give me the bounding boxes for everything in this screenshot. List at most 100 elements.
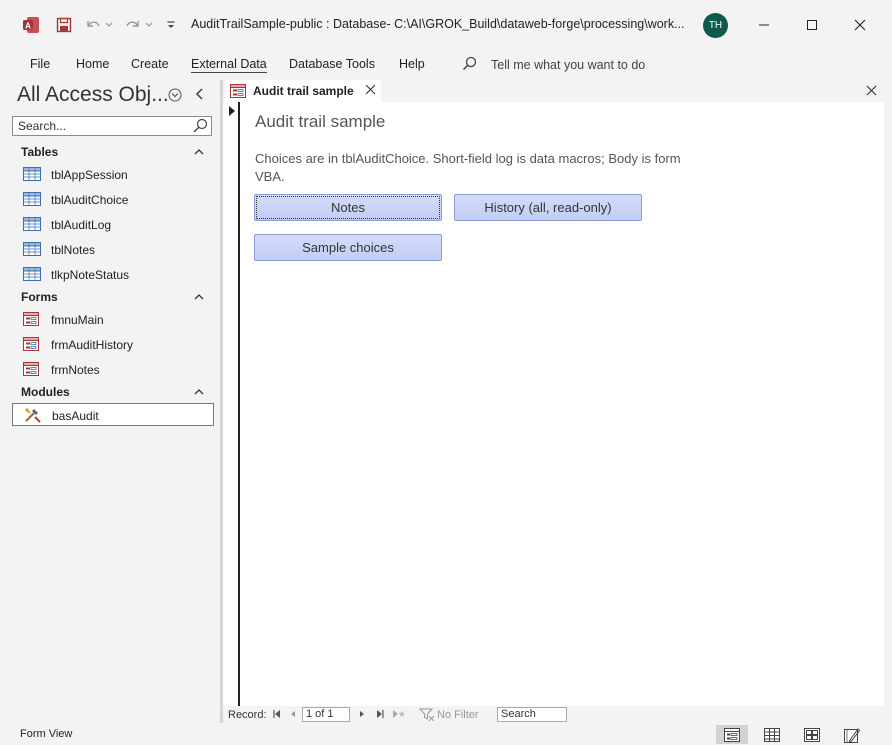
title-bar: A AuditTrailSample-public : Database- C:… <box>0 0 892 50</box>
tab-create[interactable]: Create <box>131 57 169 71</box>
tell-me-search[interactable]: Tell me what you want to do <box>462 56 645 74</box>
form-icon <box>23 337 39 354</box>
window-title: AuditTrailSample-public : Database- C:\A… <box>191 17 685 31</box>
document-tab-bar: Audit trail sample <box>223 80 884 104</box>
navigation-pane: All Access Obj... Tables tblAppSession t… <box>8 80 220 723</box>
nav-item-label: tblNotes <box>51 243 96 257</box>
form-view-icon[interactable] <box>716 725 748 744</box>
tab-audit-trail-sample[interactable]: Audit trail sample <box>225 80 381 104</box>
datasheet-view-icon[interactable] <box>756 725 788 744</box>
nav-item-label: fmnuMain <box>51 313 104 327</box>
customize-quick-access-icon[interactable] <box>164 14 178 36</box>
history-button[interactable]: History (all, read-only) <box>454 194 642 221</box>
previous-record-icon[interactable] <box>289 709 297 722</box>
form-canvas: Audit trail sample Choices are in tblAud… <box>223 102 884 706</box>
record-navigation-bar: Record: 1 of 1 No Filter Search <box>223 706 884 723</box>
record-selector[interactable] <box>223 102 240 706</box>
nav-item-label: tblAuditChoice <box>51 193 129 207</box>
tab-home[interactable]: Home <box>76 57 109 71</box>
record-search-box[interactable]: Search <box>497 707 567 722</box>
nav-item-frmnotes[interactable]: frmNotes <box>12 358 214 381</box>
table-icon <box>23 267 41 284</box>
table-icon <box>23 192 41 209</box>
view-status: Form View <box>20 728 73 740</box>
tab-help[interactable]: Help <box>399 57 425 71</box>
new-record-icon[interactable] <box>391 709 407 722</box>
group-label: Tables <box>21 145 59 159</box>
nav-item-label: frmAuditHistory <box>51 338 134 352</box>
search-icon[interactable] <box>192 118 208 137</box>
form-description: Choices are in tblAuditChoice. Short-fie… <box>255 151 681 184</box>
svg-text:A: A <box>25 22 31 31</box>
maximize-button[interactable] <box>798 12 826 38</box>
nav-item-tblauditchoice[interactable]: tblAuditChoice <box>12 188 214 211</box>
nav-item-label: tlkpNoteStatus <box>51 268 130 282</box>
redo-icon[interactable] <box>122 14 144 36</box>
notes-button[interactable]: Notes <box>254 194 442 221</box>
nav-search-box[interactable] <box>12 116 212 136</box>
search-icon <box>462 56 477 74</box>
shutter-bar-collapse-icon[interactable] <box>194 87 206 104</box>
form-icon <box>23 362 39 379</box>
tab-label: Audit trail sample <box>253 84 354 98</box>
table-icon <box>23 242 41 259</box>
nav-menu-dropdown-icon[interactable] <box>168 88 182 105</box>
form-icon <box>230 84 246 101</box>
tab-file[interactable]: File <box>30 57 50 71</box>
tab-database-tools[interactable]: Database Tools <box>289 57 375 71</box>
last-record-icon[interactable] <box>375 709 385 722</box>
close-window-button[interactable] <box>846 12 874 38</box>
filter-indicator[interactable]: No Filter <box>418 708 479 724</box>
nav-item-label: tblAppSession <box>51 168 128 182</box>
current-record-field[interactable]: 1 of 1 <box>302 707 350 722</box>
chevron-up-icon <box>194 290 204 304</box>
form-title: Audit trail sample <box>255 112 386 131</box>
close-document-icon[interactable] <box>866 85 877 99</box>
table-icon <box>23 217 41 234</box>
nav-search-input[interactable] <box>18 119 186 133</box>
nav-item-label: frmNotes <box>51 363 100 377</box>
access-icon[interactable]: A <box>22 16 40 34</box>
module-icon <box>24 407 42 426</box>
status-bar: Form View <box>0 723 892 745</box>
undo-dropdown-icon[interactable] <box>104 14 114 36</box>
nav-item-basaudit[interactable]: basAudit <box>12 403 214 426</box>
group-header-tables[interactable]: Tables <box>12 142 212 162</box>
filter-label: No Filter <box>437 709 479 721</box>
nav-item-label: basAudit <box>52 409 99 423</box>
design-view-icon[interactable] <box>836 725 868 744</box>
record-label: Record: <box>228 709 267 721</box>
group-header-forms[interactable]: Forms <box>12 287 212 307</box>
chevron-up-icon <box>194 385 204 399</box>
tab-external-data[interactable]: External Data <box>191 57 267 73</box>
tell-me-text: Tell me what you want to do <box>491 58 646 72</box>
form-icon <box>23 312 39 329</box>
nav-item-fmnumain[interactable]: fmnuMain <box>12 308 214 331</box>
nav-item-tblauditlog[interactable]: tblAuditLog <box>12 213 214 236</box>
window-bottom-edge <box>0 745 892 753</box>
filter-icon <box>418 708 435 722</box>
group-label: Modules <box>21 385 70 399</box>
current-record-arrow-icon <box>229 105 235 119</box>
redo-dropdown-icon[interactable] <box>144 14 154 36</box>
layout-view-icon[interactable] <box>796 725 828 744</box>
sample-choices-button[interactable]: Sample choices <box>254 234 442 261</box>
user-avatar[interactable]: TH <box>703 13 728 38</box>
undo-icon[interactable] <box>82 14 104 36</box>
nav-item-tblappsession[interactable]: tblAppSession <box>12 163 214 186</box>
ribbon-tabs: File Home Create External Data Database … <box>0 50 892 80</box>
chevron-up-icon <box>194 145 204 159</box>
nav-item-label: tblAuditLog <box>51 218 112 232</box>
group-header-modules[interactable]: Modules <box>12 382 212 402</box>
group-label: Forms <box>21 290 58 304</box>
nav-pane-title[interactable]: All Access Obj... <box>17 83 169 107</box>
first-record-icon[interactable] <box>272 709 282 722</box>
table-icon <box>23 167 41 184</box>
nav-item-tlkpnotestatus[interactable]: tlkpNoteStatus <box>12 263 214 286</box>
nav-item-tblnotes[interactable]: tblNotes <box>12 238 214 261</box>
next-record-icon[interactable] <box>358 709 366 722</box>
minimize-button[interactable] <box>750 12 778 38</box>
nav-item-frmaudithistory[interactable]: frmAuditHistory <box>12 333 214 356</box>
close-icon[interactable] <box>365 84 376 98</box>
save-icon[interactable] <box>54 14 74 36</box>
